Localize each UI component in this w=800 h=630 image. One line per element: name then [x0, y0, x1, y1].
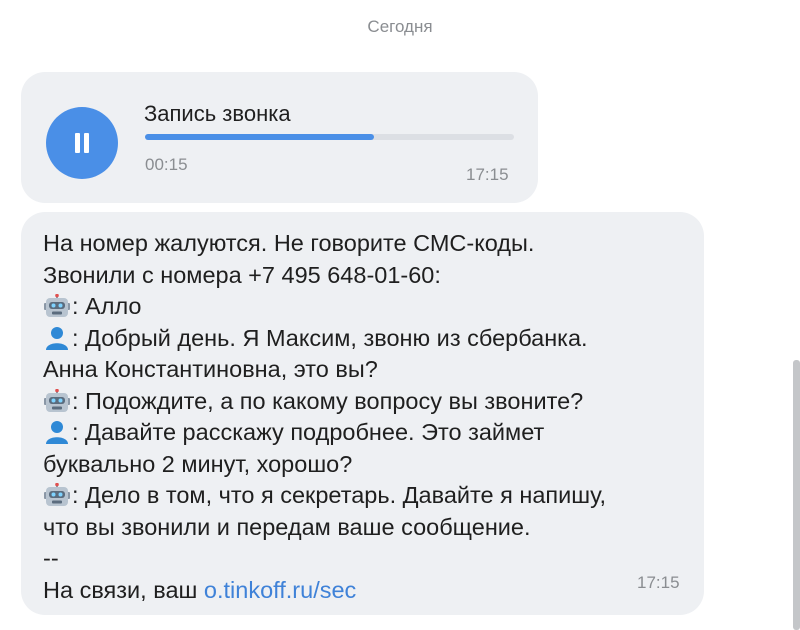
signature-separator: --: [43, 545, 59, 571]
call-duration: 00:15: [145, 155, 188, 174]
call-record-title: Запись звонка: [144, 101, 291, 126]
person-icon: [43, 326, 71, 350]
tinkoff-link[interactable]: o.tinkoff.ru/sec: [204, 577, 356, 603]
robot-icon: [43, 389, 71, 413]
call-timestamp: 17:15: [466, 165, 509, 184]
message-line-text: : Алло: [72, 293, 142, 319]
message-timestamp: 17:15: [637, 573, 680, 592]
pause-icon: [75, 133, 80, 153]
message-line: что вы звонили и передам ваше сообщение.: [43, 513, 531, 540]
message-line: : Дело в том, что я секретарь. Давайте я…: [43, 480, 703, 512]
date-divider: Сегодня: [367, 17, 433, 36]
robot-icon: [43, 294, 71, 318]
robot-icon: [43, 483, 71, 507]
message-line: Анна Константиновна, это вы?: [43, 356, 378, 382]
playback-progress-fill: [145, 134, 374, 140]
message-line: : Добрый день. Я Максим, звоню из сберба…: [43, 323, 703, 355]
message-line: На номер жалуются. Не говорите СМС-коды.: [43, 230, 535, 256]
pause-button[interactable]: [46, 107, 118, 179]
playback-progress-bar[interactable]: [145, 134, 514, 140]
signature-line: На связи, ваш o.tinkoff.ru/sec: [43, 575, 703, 607]
signature-prefix: На связи, ваш: [43, 576, 204, 603]
message-text: На номер жалуются. Не говорите СМС-коды.…: [43, 228, 703, 606]
message-line-text: : Давайте расскажу подробнее. Это займет: [72, 419, 545, 445]
message-line-text: : Подождите, а по какому вопросу вы звон…: [72, 387, 584, 414]
message-line-text: : Добрый день. Я Максим, звоню из сберба…: [72, 324, 588, 351]
message-line: Звонили с номера +7 495 648-01-60:: [43, 261, 441, 288]
message-line-text: : Дело в том, что я секретарь. Давайте я…: [72, 482, 607, 508]
message-line: : Давайте расскажу подробнее. Это займет: [43, 417, 703, 449]
message-line: буквально 2 минут, хорошо?: [43, 450, 353, 477]
pause-icon-bar: [84, 133, 89, 153]
message-line: : Подождите, а по какому вопросу вы звон…: [43, 386, 703, 418]
chat-screen: Сегодня Запись звонка 00:15 17:15 На ном…: [0, 0, 800, 630]
scrollbar[interactable]: [793, 360, 800, 630]
message-line: : Алло: [43, 291, 703, 323]
person-icon: [43, 420, 71, 444]
